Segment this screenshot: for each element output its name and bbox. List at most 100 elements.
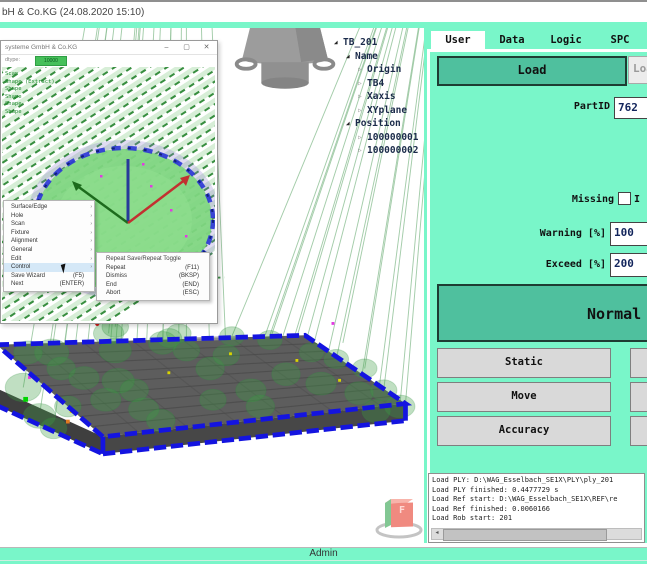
log-line: Load Rob start: 201 [432,514,644,524]
log-horizontal-scrollbar[interactable]: ◂ [431,528,642,540]
static-button[interactable]: Static [437,348,611,378]
view-cube-icon [370,494,424,540]
log-line: Load PLY finished: 0.4477729 s [432,486,644,496]
expanded-icon[interactable]: ◢ [346,50,355,64]
missing-checkbox[interactable] [618,192,631,205]
submenu-item-end[interactable]: End(END) [97,281,209,290]
log-line: Load PLY: D:\WAG_Esselbach_SE1X\PLY\ply_… [432,476,644,486]
move-secondary-button[interactable] [630,382,647,412]
context-submenu: Repeat Save/Repeat ToggleRepeat(F11)Dism… [96,252,210,301]
scrollbar-thumb[interactable] [443,529,607,541]
log-panel[interactable]: Load PLY: D:\WAG_Esselbach_SE1X\PLY\ply_… [428,473,645,543]
submenu-item-dismiss[interactable]: Dismiss(BKSP) [97,272,209,281]
submenu-arrow-icon: › [90,237,92,246]
tree-item-position[interactable]: ◢Position [334,117,424,131]
menu-item-fixture[interactable]: Fixture› [4,229,94,238]
menu-item-label: Save Wizard [11,273,45,279]
menu-item-label: Next [11,281,23,287]
warning-label: Warning [%] [486,228,606,239]
warning-field[interactable]: 100 [610,222,647,246]
part-id-label: PartID [508,101,610,112]
menu-item-alignment[interactable]: Alignment› [4,237,94,246]
submenu-item-abort[interactable]: Abort (ESC) [97,289,209,298]
tab-data[interactable]: Data [485,31,539,50]
menu-item-general[interactable]: General › [4,246,94,255]
accuracy-secondary-button[interactable] [630,416,647,446]
tab-spc[interactable]: SPC [593,31,647,50]
menu-item-shortcut: (END) [182,281,199,290]
control-panel: UserDataLogicSPC Load Loa PartID 762 Mis… [424,28,647,543]
scroll-left-icon[interactable]: ◂ [432,529,442,539]
tree-item-tb4[interactable]: ▷TB4 [334,77,424,91]
menu-item-label: Surface/Edge [11,204,47,210]
minimize-icon[interactable]: – [160,43,173,53]
menu-item-scan[interactable]: Scan› [4,220,94,229]
menu-item-shortcut: (ESC) [183,289,199,298]
tree-item-tb_201[interactable]: ◢TB_201 [334,36,424,50]
part-id-field[interactable]: 762 [614,97,647,119]
menu-item-label: Dismiss [106,273,127,279]
static-secondary-button[interactable] [630,348,647,378]
status-user: Admin [309,548,337,559]
app-titlebar: bH & Co.KG (24.08.2020 15:10) [0,0,647,24]
menu-item-shortcut: (F11) [185,264,199,273]
menu-item-label: Abort [106,290,120,296]
menu-item-label: Edit [11,256,21,262]
tree-item-xyplane[interactable]: ▷XYplane [334,104,424,118]
viewer-titlebar[interactable]: systeme GmbH & Co.KG – ▢ ✕ [1,41,217,55]
tab-logic[interactable]: Logic [539,31,593,50]
tree-item-xaxis[interactable]: ▷Xaxis [334,90,424,104]
tab-user[interactable]: User [431,31,485,50]
viewer-list-item[interactable]: Shape [5,109,75,117]
menu-item-save-wizard[interactable]: Save Wizard (F5) [4,272,94,281]
submenu-arrow-icon: › [90,246,92,255]
close-icon[interactable]: ✕ [200,43,213,53]
collapsed-icon[interactable]: ▷ [358,104,367,118]
main-3d-viewport[interactable]: ◢TB_201◢Name▷Origin▷TB4▷Xaxis▷XYplane◢Po… [0,28,424,543]
log-lines: Load PLY: D:\WAG_Esselbach_SE1X\PLY\ply_… [432,476,644,524]
menu-item-hole[interactable]: Hole› [4,212,94,221]
menu-item-next[interactable]: Next(ENTER) [4,280,94,289]
load-secondary-button[interactable]: Loa [628,56,647,84]
menu-item-edit[interactable]: Edit› [4,255,94,264]
menu-item-shortcut: (F5) [73,272,84,281]
collapsed-icon[interactable]: ▷ [358,77,367,91]
tree-item-origin[interactable]: ▷Origin [334,63,424,77]
tree-item-100000001[interactable]: ▷100000001 [334,131,424,145]
collapsed-icon[interactable]: ▷ [358,131,367,145]
expanded-icon[interactable]: ◢ [346,117,355,131]
viewer-list-item[interactable]: Shape (Extract) [5,79,75,87]
viewer-list-item[interactable]: Scan [5,71,75,79]
tree-item-100000002[interactable]: ▷100000002 [334,144,424,158]
tree-item-name[interactable]: ◢Name [334,50,424,64]
exceed-label: Exceed [%] [486,259,606,270]
accuracy-button[interactable]: Accuracy [437,416,611,446]
menu-item-surface-edge[interactable]: Surface/Edge › [4,203,94,212]
menu-item-control[interactable]: Control› [4,263,94,272]
collapsed-icon[interactable]: ▷ [358,144,367,158]
submenu-arrow-icon: › [90,263,92,272]
load-button[interactable]: Load [437,56,627,86]
menu-item-label: General [11,247,32,253]
viewer-list-item[interactable]: Shape [5,101,75,109]
tree-item-label: 100000001 [367,132,418,143]
submenu-arrow-icon: › [90,203,92,212]
normal-status-button[interactable]: Normal [437,284,647,342]
tree-item-label: Origin [367,64,401,75]
expanded-icon[interactable]: ◢ [334,36,343,50]
tree-item-label: XYplane [367,105,407,116]
submenu-arrow-icon: › [90,220,92,229]
view-orientation-cube[interactable]: F [370,494,424,540]
maximize-icon[interactable]: ▢ [180,43,193,53]
collapsed-icon[interactable]: ▷ [358,90,367,104]
submenu-arrow-icon: › [90,229,92,238]
tree-item-label: Position [355,118,401,129]
viewer-list-item[interactable]: Shape [5,86,75,94]
exceed-field[interactable]: 200 [610,253,647,277]
move-button[interactable]: Move [437,382,611,412]
viewer-list-item[interactable]: Shape [5,94,75,102]
sensor-head [237,28,334,89]
submenu-item-repeat[interactable]: Repeat(F11) [97,264,209,273]
collapsed-icon[interactable]: ▷ [358,63,367,77]
menu-item-label: Hole [11,213,23,219]
